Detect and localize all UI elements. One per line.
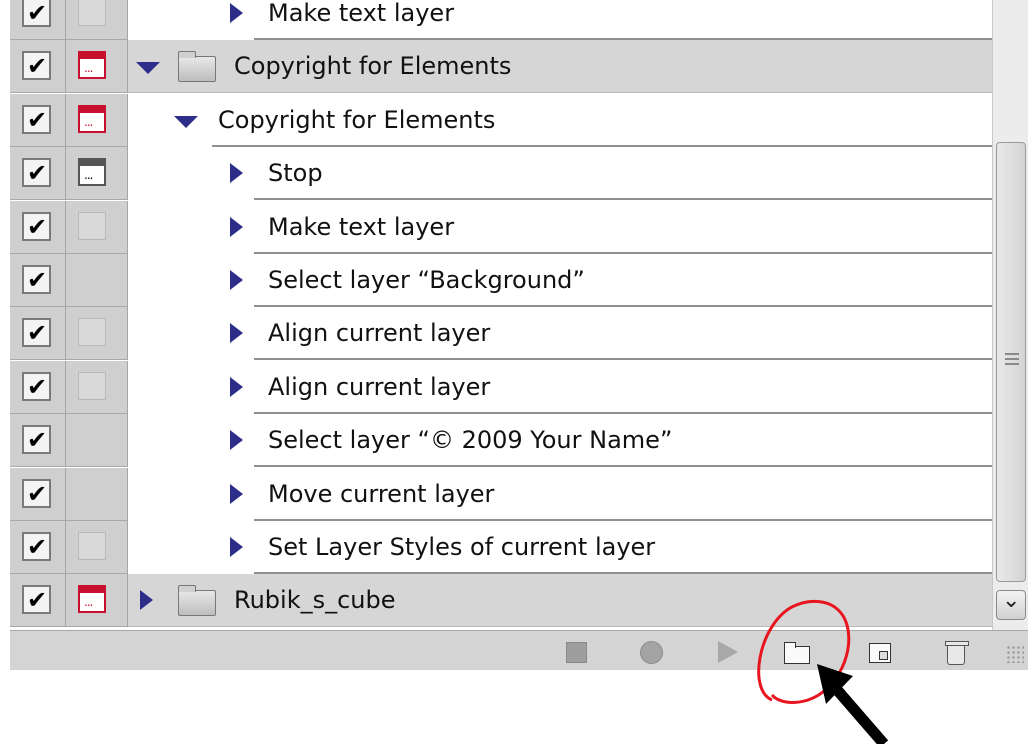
annotation-overlay: [757, 599, 889, 744]
arrow-shaft: [827, 680, 889, 744]
